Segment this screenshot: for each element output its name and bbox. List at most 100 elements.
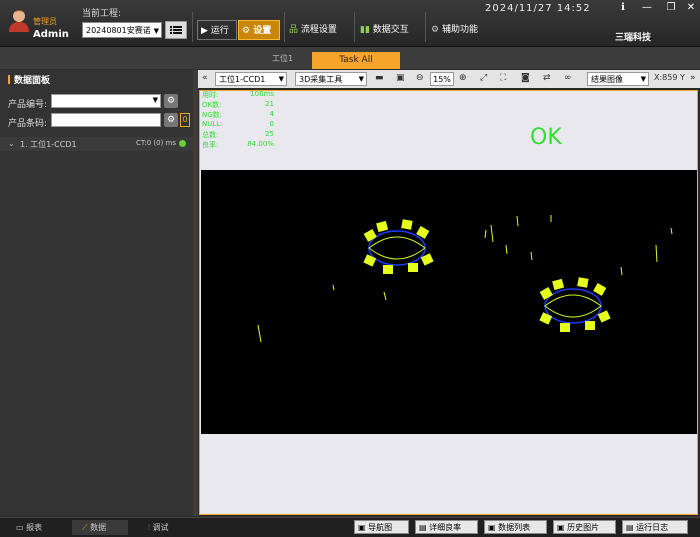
project-select[interactable]: 20240801安赛诺 ▼	[82, 22, 162, 38]
aux-functions-label: 辅助功能	[441, 25, 478, 35]
header-divider	[354, 12, 355, 42]
zoom-input[interactable]: 15%	[430, 72, 454, 86]
chevron-down-icon: ▼	[278, 75, 284, 83]
settings-button[interactable]: ⚙ 设置	[238, 20, 280, 40]
chevron-down-icon: ▼	[640, 75, 646, 83]
product-code-input[interactable]	[51, 113, 161, 127]
tool-select-value: 3D采集工具	[299, 75, 343, 84]
navigator-label: 导航图	[368, 523, 393, 532]
image-icon: ▣	[358, 523, 366, 532]
flow-settings-button[interactable]: 品 流程设置	[289, 20, 337, 40]
product-code-label: 产品条码:	[8, 119, 48, 129]
zoom-in-icon[interactable]: ⊕	[459, 73, 467, 83]
data-interaction-button[interactable]: ▮▮ 数据交互	[360, 20, 409, 40]
user-avatar-icon	[9, 10, 29, 32]
tab-report[interactable]: ▭ 报表	[16, 520, 42, 535]
flow-settings-label: 流程设置	[300, 25, 337, 35]
stat-row: OK数: 21	[202, 100, 274, 110]
image-icon: ▣	[488, 523, 496, 532]
stat-label: 良率:	[202, 141, 219, 149]
stat-row: NG数: 4	[202, 110, 274, 120]
collapse-left-icon[interactable]: «	[202, 73, 208, 83]
document-icon: ▤	[626, 523, 634, 532]
actual-size-icon[interactable]: ⛶	[500, 73, 506, 83]
stat-value: 106ms	[250, 90, 274, 98]
navigator-button[interactable]: ▣ 导航图	[354, 520, 409, 534]
save-icon[interactable]: ▣	[396, 73, 405, 83]
flow-icon: 品	[289, 25, 299, 35]
station-ct: CT:0 (0) ms	[136, 139, 177, 147]
tab-task-all[interactable]: Task All	[312, 52, 400, 69]
camera-image	[201, 170, 697, 434]
folder-open-icon[interactable]: ▬	[375, 73, 384, 83]
datetime-display: 2024/11/27 14:52	[485, 3, 591, 14]
coordinate-readout: X:859 Y	[654, 73, 685, 82]
link-icon[interactable]: ∞	[564, 73, 572, 83]
list-icon	[170, 26, 182, 34]
bar-chart-icon: ▮▮	[360, 25, 370, 35]
tool-select[interactable]: 3D采集工具 ▼	[295, 72, 367, 86]
maximize-icon[interactable]: ❐	[660, 0, 682, 15]
swap-icon[interactable]: ⇄	[543, 73, 551, 83]
product-code-settings-icon[interactable]: ⚙	[164, 113, 178, 127]
gear-icon: ⚙	[242, 26, 251, 36]
run-log-label: 运行日志	[636, 523, 669, 532]
tab-data[interactable]: ⟋ 数据	[72, 520, 128, 535]
minimize-icon[interactable]: —	[636, 0, 658, 15]
close-icon[interactable]: ✕	[680, 0, 700, 15]
result-status: OK	[530, 125, 562, 150]
tab-station1[interactable]: 工位1	[272, 53, 293, 64]
tab-debug[interactable]: ⫶ 调试	[148, 520, 169, 535]
stat-label: NG数:	[202, 111, 223, 119]
play-icon: ▶	[201, 26, 208, 36]
history-images-button[interactable]: ▣ 历史图片	[553, 520, 616, 534]
run-button[interactable]: ▶ 运行	[197, 20, 237, 40]
stat-row: 总数: 25	[202, 130, 274, 140]
project-list-button[interactable]	[165, 21, 187, 39]
stat-value: 4	[269, 110, 274, 118]
run-label: 运行	[210, 26, 229, 36]
view-select-value: 结果图像	[591, 75, 623, 84]
stat-row: 良率: 84.00%	[202, 140, 274, 150]
zoom-out-icon[interactable]: ⊖	[416, 73, 424, 83]
project-value: 20240801安赛诺	[86, 26, 151, 35]
camera-icon[interactable]: ◙	[521, 73, 530, 83]
header-divider	[192, 12, 193, 42]
header-divider	[425, 12, 426, 42]
view-select[interactable]: 结果图像 ▼	[587, 72, 649, 86]
chevron-down-icon: ▼	[152, 96, 158, 104]
brand-logo: 三瑞科技	[615, 33, 652, 43]
report-icon: ▭	[16, 523, 24, 532]
tab-debug-label: 调试	[152, 523, 169, 532]
data-list-button[interactable]: ▣ 数据列表	[484, 520, 547, 534]
settings-label: 设置	[253, 26, 272, 36]
run-log-button[interactable]: ▤ 运行日志	[622, 520, 688, 534]
product-no-settings-icon[interactable]: ⚙	[164, 94, 178, 108]
station-select[interactable]: 工位1-CCD1 ▼	[215, 72, 287, 86]
station-row[interactable]: ⌄ 1. 工位1-CCD1 CT:0 (0) ms	[0, 137, 193, 151]
tab-report-label: 报表	[26, 523, 43, 532]
aux-functions-button[interactable]: ⚙ 辅助功能	[431, 20, 478, 40]
info-icon[interactable]: ℹ	[612, 0, 634, 15]
product-no-select[interactable]: ▼	[51, 94, 161, 108]
project-label: 当前工程:	[82, 9, 122, 19]
tools-icon: ⚙	[431, 25, 440, 35]
line-chart-icon: ⟋	[82, 523, 88, 532]
user-name: Admin	[33, 29, 69, 40]
chevron-down-icon: ⌄	[8, 139, 15, 148]
stat-value: 0	[269, 120, 274, 128]
station-select-value: 工位1-CCD1	[219, 75, 266, 84]
station-row-label: 1. 工位1-CCD1	[20, 140, 77, 149]
data-list-label: 数据列表	[498, 523, 531, 532]
header-divider	[284, 12, 285, 42]
stat-value: 84.00%	[247, 140, 274, 148]
detail-yield-button[interactable]: ▤ 详细良率	[415, 520, 478, 534]
chevron-down-icon: ▼	[153, 27, 159, 35]
counter-badge: 0	[180, 113, 190, 127]
stat-value: 21	[265, 100, 274, 108]
expand-right-icon[interactable]: »	[690, 73, 696, 83]
fit-screen-icon[interactable]: ⤢	[480, 73, 487, 83]
sidebar-scrollbar[interactable]	[193, 70, 198, 516]
image-icon: ▣	[557, 523, 565, 532]
product-no-label: 产品编号:	[8, 100, 48, 110]
